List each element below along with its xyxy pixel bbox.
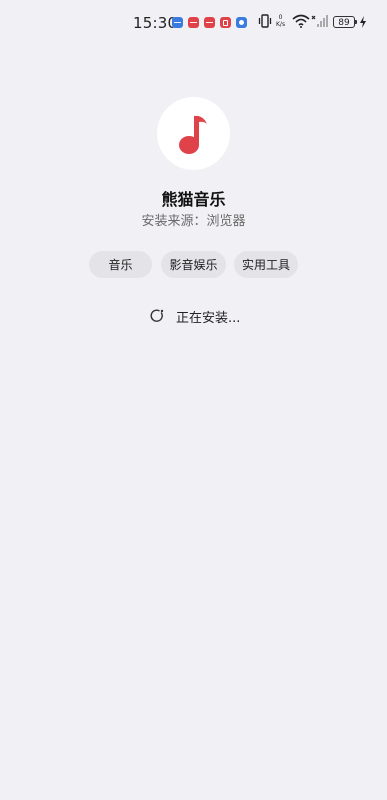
status-bar: 15:30 0 K/s 89 [0,0,387,44]
tag-music: 音乐 [89,251,152,278]
notification-app-icon [204,17,215,28]
installing-text: 正在安装... [176,311,241,326]
install-source: 安装来源：浏览器 [141,214,246,229]
notification-app-icon [236,17,247,28]
battery-indicator: 89 [333,16,357,28]
app-name: 熊猫音乐 [161,190,226,209]
vibrate-icon [258,14,272,28]
tag-entertainment: 影音娱乐 [161,251,226,278]
notification-app-icon [220,17,231,28]
wifi-icon [292,14,310,28]
app-icon [157,97,230,170]
category-tags: 音乐 影音娱乐 实用工具 [0,251,387,279]
signal-icon [311,15,328,27]
loading-spinner-icon [150,309,164,322]
status-time: 15:30 [133,14,178,32]
network-speed: 0 K/s [276,14,286,28]
notification-app-icon [188,17,199,28]
tag-tools: 实用工具 [234,251,298,278]
notification-app-icon [172,17,183,28]
charging-icon [360,16,366,28]
music-note-icon [178,115,207,154]
install-status: 正在安装... [0,306,387,326]
